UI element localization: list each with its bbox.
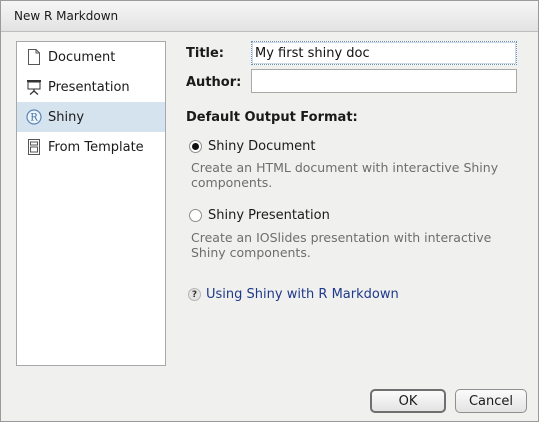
help-icon: ?: [188, 288, 201, 301]
radio-shiny-document[interactable]: Shiny Document: [189, 139, 316, 154]
sidebar-item-document[interactable]: Document: [17, 42, 165, 72]
radio-label: Shiny Document: [208, 139, 316, 154]
sidebar-item-label: Presentation: [48, 79, 130, 95]
radio-label: Shiny Presentation: [208, 208, 330, 223]
author-label: Author:: [186, 75, 242, 90]
new-r-markdown-dialog: New R Markdown Document Presentation R S…: [0, 0, 539, 422]
presentation-icon: [26, 79, 42, 95]
sidebar-item-label: Shiny: [48, 109, 85, 125]
shiny-r-icon: R: [26, 109, 42, 125]
sidebar-item-label: Document: [48, 49, 116, 65]
radio-button-checked[interactable]: [189, 140, 202, 153]
svg-text:R: R: [30, 113, 38, 124]
radio-shiny-presentation[interactable]: Shiny Presentation: [189, 208, 330, 223]
ok-button[interactable]: OK: [370, 389, 446, 413]
using-shiny-help-link[interactable]: Using Shiny with R Markdown: [206, 287, 399, 302]
author-input[interactable]: [251, 69, 517, 93]
sidebar-item-presentation[interactable]: Presentation: [17, 72, 165, 102]
sidebar-item-shiny[interactable]: R Shiny: [17, 102, 165, 132]
template-type-list: Document Presentation R Shiny From Templ…: [16, 41, 166, 366]
shiny-document-description: Create an HTML document with interactive…: [191, 160, 499, 190]
dialog-titlebar[interactable]: New R Markdown: [1, 1, 538, 32]
help-link-row[interactable]: ? Using Shiny with R Markdown: [188, 287, 399, 302]
shiny-presentation-description: Create an IOSlides presentation with int…: [191, 230, 492, 260]
dialog-title: New R Markdown: [14, 9, 119, 23]
title-label: Title:: [186, 46, 225, 61]
default-output-format-heading: Default Output Format:: [186, 110, 358, 125]
title-input[interactable]: [251, 41, 517, 65]
radio-button-unchecked[interactable]: [189, 209, 202, 222]
sidebar-item-from-template[interactable]: From Template: [17, 132, 165, 162]
cancel-button[interactable]: Cancel: [455, 389, 527, 413]
sidebar-item-label: From Template: [48, 139, 144, 155]
template-icon: [26, 139, 42, 155]
document-icon: [26, 49, 42, 65]
